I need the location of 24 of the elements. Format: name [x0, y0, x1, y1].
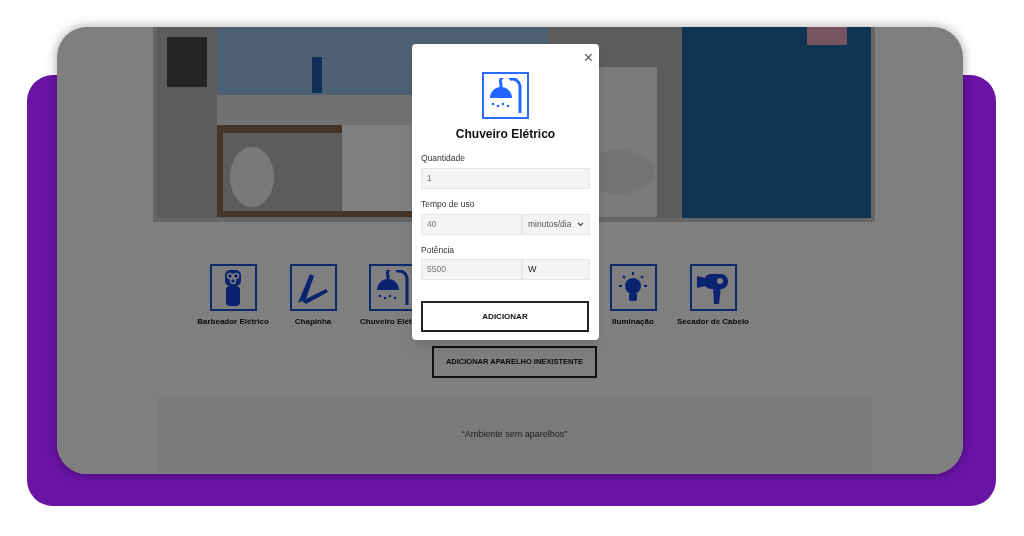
chevron-down-icon	[577, 221, 584, 227]
appliance-tile[interactable]	[289, 264, 337, 311]
input-field[interactable]: 5500	[421, 259, 522, 281]
unit-select[interactable]: minutos/dia	[522, 213, 590, 235]
appliance-tile[interactable]	[609, 264, 657, 311]
field-label: Quantidade	[421, 152, 466, 165]
unit-field: W	[522, 259, 590, 281]
input-field[interactable]: 1	[421, 167, 590, 189]
appliance-label: Barbeador Elétrico	[197, 316, 269, 328]
add-button[interactable]: ADICIONAR	[421, 301, 589, 333]
appliance-label: Chapinha	[294, 316, 332, 328]
input-field[interactable]: 40	[421, 213, 522, 235]
close-button[interactable]: ×	[583, 48, 593, 68]
field-label: Potência	[421, 243, 456, 257]
shower-icon	[374, 269, 411, 306]
appliance-label: Iluminação	[612, 316, 654, 328]
appliance-label: Chuveiro Elét	[360, 316, 412, 328]
empty-message: “Ambiente sem aparelhos”	[461, 427, 568, 441]
dialog-title: Chuveiro Elétrico	[454, 126, 557, 143]
appliance-tile[interactable]	[689, 264, 737, 311]
appliance-label: Secador de Cabelo	[677, 316, 749, 328]
field-label: Tempo de uso	[421, 197, 476, 211]
appliance-tile[interactable]	[209, 264, 257, 311]
shaver-icon	[222, 269, 244, 306]
